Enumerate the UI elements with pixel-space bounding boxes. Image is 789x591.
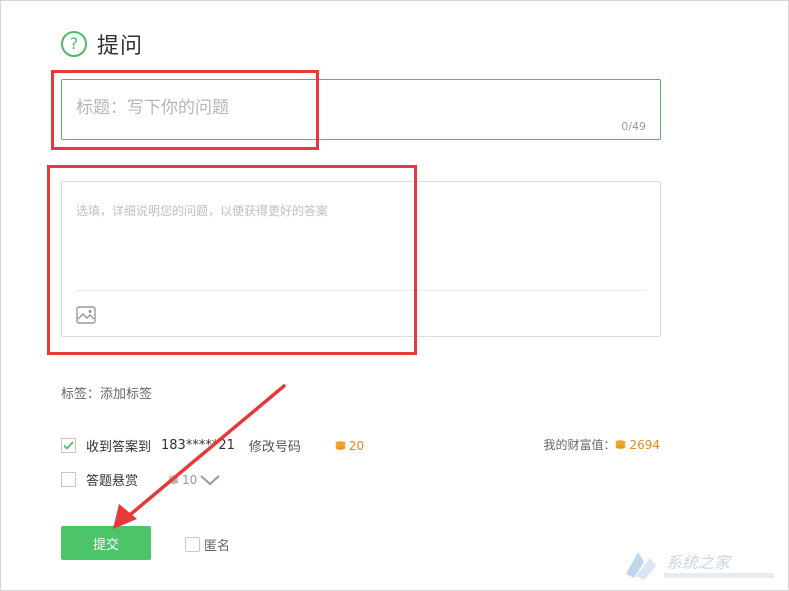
title-char-counter: 0/49 xyxy=(621,120,646,133)
image-icon[interactable] xyxy=(76,306,96,324)
notify-cost-value: 20 xyxy=(348,438,365,453)
title-input[interactable] xyxy=(76,98,576,118)
reward-row: 答题悬赏 10 xyxy=(61,470,221,489)
notify-checkbox[interactable] xyxy=(61,438,76,453)
coin-icon xyxy=(335,441,346,450)
reward-label: 答题悬赏 xyxy=(86,474,139,489)
svg-text:系统之家: 系统之家 xyxy=(666,553,732,572)
phone-number: 183*****21 xyxy=(161,438,235,453)
description-field[interactable] xyxy=(61,181,661,337)
modify-number-link[interactable]: 修改号码 xyxy=(249,436,301,455)
reward-amount-value: 10 xyxy=(182,472,198,487)
wealth-display: 我的财富值： 2694 xyxy=(543,436,660,453)
anonymous-checkbox[interactable] xyxy=(185,537,200,552)
wealth-value: 2694 xyxy=(629,437,660,452)
coin-icon xyxy=(615,440,626,449)
anonymous-label: 匿名 xyxy=(204,539,231,554)
page-title: 提问 xyxy=(97,34,144,59)
checkmark-icon xyxy=(63,441,74,450)
title-field[interactable]: 0/49 xyxy=(61,79,661,140)
notify-cost: 20 xyxy=(335,439,364,453)
submit-button[interactable]: 提交 xyxy=(61,526,151,560)
question-circle-icon: ? xyxy=(61,31,87,57)
tags-label: 标签： xyxy=(61,387,101,402)
notify-row: 收到答案到 183*****21 修改号码 20 xyxy=(61,436,364,455)
add-tag-link[interactable]: 添加标签 xyxy=(100,387,152,402)
anonymous-option[interactable]: 匿名 xyxy=(185,535,230,554)
reward-checkbox[interactable] xyxy=(61,472,76,487)
watermark-logo: 系统之家 xyxy=(620,544,780,584)
chevron-down-icon[interactable] xyxy=(199,473,221,487)
wealth-label: 我的财富值： xyxy=(543,438,616,452)
page-header: ? 提问 xyxy=(61,29,143,59)
tags-row: 标签：添加标签 xyxy=(61,383,152,402)
coin-icon-gray xyxy=(168,475,179,484)
description-divider xyxy=(76,290,646,291)
notify-label: 收到答案到 xyxy=(86,440,152,455)
reward-amount-select[interactable]: 10 xyxy=(168,473,221,487)
description-input[interactable] xyxy=(76,202,646,282)
